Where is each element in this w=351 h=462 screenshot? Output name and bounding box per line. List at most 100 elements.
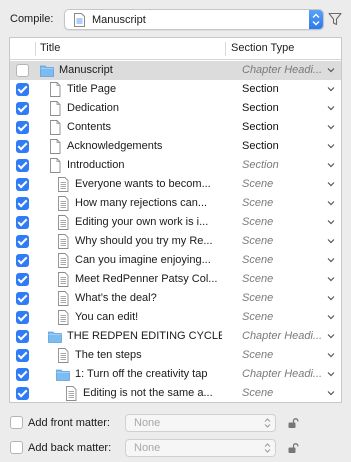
folder-icon bbox=[56, 369, 70, 381]
table-row[interactable]: Editing is not the same a... Scene bbox=[10, 384, 341, 402]
include-checkbox[interactable] bbox=[16, 140, 29, 153]
chevron-updown-icon bbox=[264, 418, 271, 428]
row-section-type[interactable]: Scene bbox=[242, 235, 334, 247]
table-row[interactable]: 1: Turn off the creativity tap Chapter He… bbox=[10, 365, 341, 384]
filter-icon[interactable] bbox=[328, 12, 342, 26]
include-checkbox[interactable] bbox=[16, 273, 29, 286]
compile-label: Compile: bbox=[10, 13, 54, 25]
row-section-type[interactable]: Section bbox=[242, 121, 334, 133]
table-row[interactable]: You can edit! Scene bbox=[10, 308, 341, 327]
chevron-down-icon[interactable] bbox=[327, 200, 335, 206]
chevron-down-icon[interactable] bbox=[327, 124, 335, 130]
include-checkbox[interactable] bbox=[16, 292, 29, 305]
table-row[interactable]: Introduction Section bbox=[10, 156, 341, 175]
row-section-type[interactable]: Chapter Headi... bbox=[242, 64, 334, 76]
row-section-type[interactable]: Section bbox=[242, 159, 334, 171]
include-checkbox[interactable] bbox=[16, 254, 29, 267]
back-matter-select[interactable]: None bbox=[125, 439, 276, 457]
row-section-type[interactable]: Scene bbox=[242, 349, 334, 361]
table-row[interactable]: How many rejections can... Scene bbox=[10, 194, 341, 213]
row-section-type[interactable]: Scene bbox=[242, 387, 334, 399]
row-section-type[interactable]: Scene bbox=[242, 273, 334, 285]
row-section-type[interactable]: Scene bbox=[242, 311, 334, 323]
include-checkbox[interactable] bbox=[16, 330, 29, 343]
chevron-down-icon[interactable] bbox=[327, 352, 335, 358]
include-checkbox[interactable] bbox=[16, 368, 29, 381]
chevron-down-icon[interactable] bbox=[327, 105, 335, 111]
column-header-title[interactable]: Title bbox=[40, 42, 60, 54]
include-checkbox[interactable] bbox=[16, 235, 29, 248]
include-checkbox[interactable] bbox=[16, 102, 29, 115]
table-row[interactable]: What’s the deal? Scene bbox=[10, 289, 341, 308]
table-row[interactable]: THE REDPEN EDITING CYCLE Chapter Headi... bbox=[10, 327, 341, 346]
include-checkbox[interactable] bbox=[16, 159, 29, 172]
row-section-type[interactable]: Scene bbox=[242, 178, 334, 190]
chevron-down-icon[interactable] bbox=[327, 86, 335, 92]
front-matter-value: None bbox=[134, 417, 161, 429]
chevron-down-icon[interactable] bbox=[327, 314, 335, 320]
chevron-down-icon[interactable] bbox=[327, 295, 335, 301]
chevron-down-icon[interactable] bbox=[327, 181, 335, 187]
include-checkbox[interactable] bbox=[16, 197, 29, 210]
include-checkbox[interactable] bbox=[16, 64, 29, 77]
lock-icon[interactable] bbox=[287, 417, 299, 429]
chevron-down-icon[interactable] bbox=[327, 276, 335, 282]
row-section-type[interactable]: Chapter Headi... bbox=[242, 368, 334, 380]
text-doc-icon bbox=[58, 215, 69, 230]
chevron-down-icon[interactable] bbox=[327, 238, 335, 244]
include-checkbox[interactable] bbox=[16, 178, 29, 191]
row-section-type[interactable]: Scene bbox=[242, 254, 334, 266]
table-row[interactable]: Meet RedPenner Patsy Col... Scene bbox=[10, 270, 341, 289]
include-checkbox[interactable] bbox=[16, 387, 29, 400]
row-section-type[interactable]: Scene bbox=[242, 216, 334, 228]
row-section-type[interactable]: Section bbox=[242, 140, 334, 152]
text-doc-icon bbox=[58, 234, 69, 249]
include-checkbox[interactable] bbox=[16, 83, 29, 96]
chevron-down-icon[interactable] bbox=[327, 67, 335, 73]
folder-icon bbox=[40, 65, 54, 77]
chevron-down-icon[interactable] bbox=[327, 143, 335, 149]
chevron-down-icon[interactable] bbox=[327, 257, 335, 263]
front-matter-row: Add front matter: None bbox=[10, 414, 342, 432]
include-checkbox[interactable] bbox=[16, 216, 29, 229]
front-matter-checkbox[interactable] bbox=[10, 416, 23, 429]
table-row[interactable]: Everyone wants to becom... Scene bbox=[10, 175, 341, 194]
chevron-down-icon[interactable] bbox=[327, 333, 335, 339]
table-row[interactable]: Why should you try my Re... Scene bbox=[10, 232, 341, 251]
compile-format-select[interactable]: Manuscript bbox=[64, 9, 324, 30]
row-section-type[interactable]: Scene bbox=[242, 197, 334, 209]
table-row[interactable]: Title Page Section bbox=[10, 80, 341, 99]
table-row[interactable]: Manuscript Chapter Headi... bbox=[10, 61, 341, 80]
row-section-type[interactable]: Section bbox=[242, 83, 334, 95]
compile-row: Compile: Manuscript bbox=[10, 9, 342, 31]
chevron-down-icon[interactable] bbox=[327, 162, 335, 168]
row-section-type[interactable]: Scene bbox=[242, 292, 334, 304]
back-matter-checkbox[interactable] bbox=[10, 441, 23, 454]
chevron-down-icon[interactable] bbox=[327, 219, 335, 225]
row-section-type[interactable]: Chapter Headi... bbox=[242, 330, 334, 342]
include-checkbox[interactable] bbox=[16, 311, 29, 324]
table-row[interactable]: Can you imagine enjoying... Scene bbox=[10, 251, 341, 270]
row-title: Contents bbox=[67, 121, 112, 133]
table-row[interactable]: Editing your own work is i... Scene bbox=[10, 213, 341, 232]
chevron-down-icon[interactable] bbox=[327, 371, 335, 377]
column-header-section-type[interactable]: Section Type bbox=[231, 42, 294, 54]
page-icon bbox=[50, 101, 61, 116]
text-doc-icon bbox=[58, 348, 69, 363]
row-section-type[interactable]: Section bbox=[242, 102, 334, 114]
table-row[interactable]: Contents Section bbox=[10, 118, 341, 137]
include-checkbox[interactable] bbox=[16, 349, 29, 362]
table-row[interactable]: The ten steps Scene bbox=[10, 346, 341, 365]
row-title: You can edit! bbox=[75, 311, 139, 323]
row-title: Everyone wants to becom... bbox=[75, 178, 211, 190]
row-title: Dedication bbox=[67, 102, 119, 114]
row-title: How many rejections can... bbox=[75, 197, 208, 209]
front-matter-select[interactable]: None bbox=[125, 414, 276, 432]
table-row[interactable]: Dedication Section bbox=[10, 99, 341, 118]
chevron-down-icon[interactable] bbox=[327, 390, 335, 396]
include-checkbox[interactable] bbox=[16, 121, 29, 134]
row-title: Acknowledgements bbox=[67, 140, 163, 152]
lock-icon[interactable] bbox=[287, 442, 299, 454]
table-row[interactable]: Acknowledgements Section bbox=[10, 137, 341, 156]
row-title: Can you imagine enjoying... bbox=[75, 254, 211, 266]
